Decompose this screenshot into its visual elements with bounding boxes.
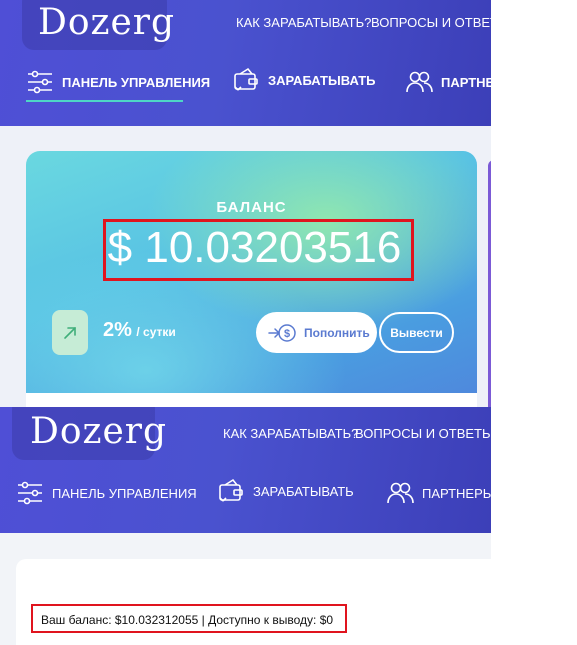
card-footer <box>26 393 477 407</box>
site-logo[interactable]: Dozerg <box>38 2 175 43</box>
wallet-icon <box>234 67 258 91</box>
coin-in-icon: $ <box>268 323 296 342</box>
tab-partners[interactable]: ПАРТНЕРЫ <box>386 479 491 507</box>
users-icon <box>406 71 433 93</box>
arrow-up-right-icon <box>64 326 76 339</box>
logo-container[interactable]: Dozerg <box>22 0 174 50</box>
nav-how-to-earn[interactable]: КАК ЗАРАБАТЫВАТЬ? <box>236 15 371 30</box>
balance-text-highlight-box <box>31 604 347 633</box>
rate-unit: / сутки <box>136 325 176 339</box>
tab-earn-label: ЗАРАБАТЫВАТЬ <box>268 72 376 88</box>
tab-earn-label: ЗАРАБАТЫВАТЬ <box>253 483 354 499</box>
adjacent-card-edge <box>488 160 491 407</box>
users-icon <box>387 482 414 504</box>
tab-earn[interactable]: ЗАРАБАТЫВАТЬ <box>232 66 375 94</box>
balance-label: БАЛАНС <box>216 199 287 216</box>
site-logo[interactable]: Dozerg <box>30 411 167 452</box>
tab-dashboard[interactable]: ПАНЕЛЬ УПРАВЛЕНИЯ <box>16 479 197 507</box>
svg-text:$: $ <box>284 328 290 340</box>
withdraw-label: Вывести <box>390 325 443 340</box>
tab-earn[interactable]: ЗАРАБАТЫВАТЬ <box>217 477 354 505</box>
tab-partners-label: ПАРТНЕРЫ <box>422 485 491 501</box>
daily-rate: 2% / сутки <box>103 319 176 342</box>
sliders-icon <box>18 481 42 505</box>
tab-dashboard-label: ПАНЕЛЬ УПРАВЛЕНИЯ <box>52 485 197 501</box>
screenshot-top: Dozerg КАК ЗАРАБАТЫВАТЬ? ВОПРОСЫ И ОТВЕТ… <box>0 0 491 407</box>
tab-partners[interactable]: ПАРТНЕРЫ <box>405 68 491 96</box>
deposit-label: Пополнить <box>304 325 370 340</box>
sliders-icon <box>28 70 52 94</box>
wallet-icon <box>219 478 243 502</box>
nav-faq[interactable]: ВОПРОСЫ И ОТВЕТЫ <box>371 15 491 30</box>
logo-container[interactable]: Dozerg <box>12 407 166 460</box>
balance-highlight-box <box>103 219 414 281</box>
nav-faq[interactable]: ВОПРОСЫ И ОТВЕТЫ <box>355 426 491 441</box>
withdraw-button[interactable]: Вывести <box>379 312 454 353</box>
rate-percent: 2% <box>103 319 132 341</box>
nav-how-to-earn[interactable]: КАК ЗАРАБАТЫВАТЬ? <box>223 426 358 441</box>
site-header: Dozerg КАК ЗАРАБАТЫВАТЬ? ВОПРОСЫ И ОТВЕТ… <box>0 0 491 126</box>
tab-partners-label: ПАРТНЕРЫ <box>441 74 491 90</box>
tab-dashboard[interactable]: ПАНЕЛЬ УПРАВЛЕНИЯ <box>26 68 210 96</box>
site-header: Dozerg КАК ЗАРАБАТЫВАТЬ? ВОПРОСЫ И ОТВЕТ… <box>0 407 491 533</box>
screenshot-bottom: Dozerg КАК ЗАРАБАТЫВАТЬ? ВОПРОСЫ И ОТВЕТ… <box>0 407 491 645</box>
tab-dashboard-label: ПАНЕЛЬ УПРАВЛЕНИЯ <box>62 74 211 90</box>
rate-badge <box>52 310 88 355</box>
deposit-button[interactable]: $ Пополнить <box>256 312 377 353</box>
active-tab-underline <box>26 100 183 102</box>
